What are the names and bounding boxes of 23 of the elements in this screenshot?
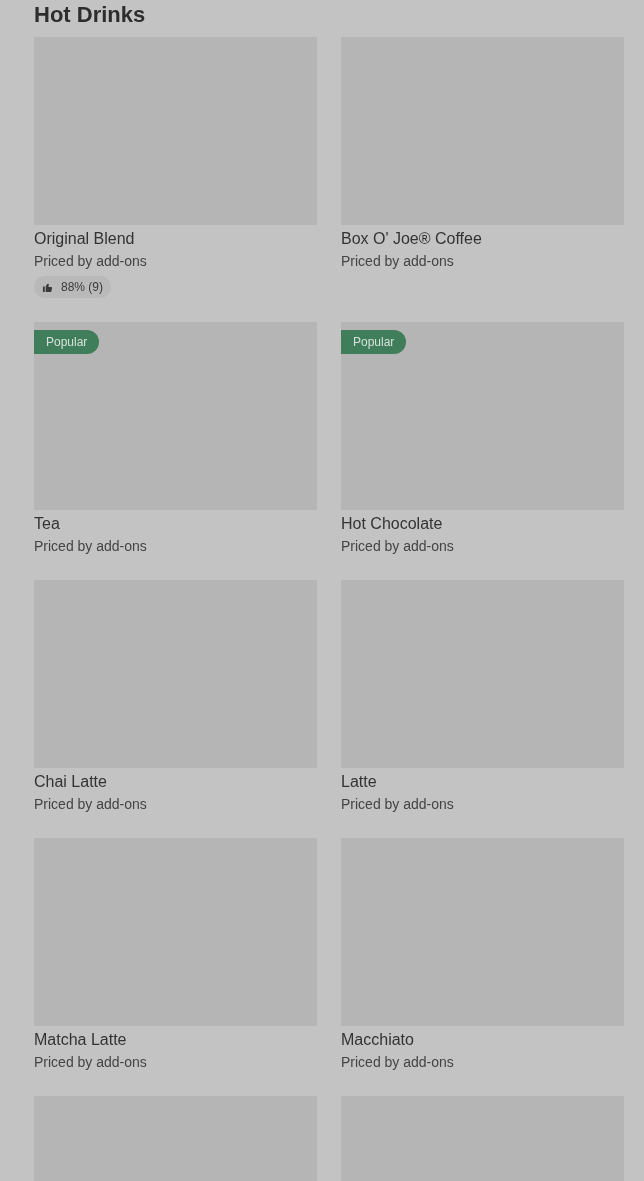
price-note: Priced by add-ons <box>341 795 455 814</box>
price-note: Priced by add-ons <box>34 537 148 556</box>
item-name[interactable]: Tea <box>34 514 317 534</box>
price-note: Priced by add-ons <box>341 537 455 556</box>
item-name[interactable]: Chai Latte <box>34 772 317 792</box>
popular-badge: Popular <box>34 330 100 354</box>
item-name[interactable]: Macchiato <box>341 1030 624 1050</box>
item-name[interactable]: Box O' Joe® Coffee <box>341 229 624 249</box>
item-name[interactable]: Latte <box>341 772 624 792</box>
item-name[interactable]: Original Blend <box>34 229 317 249</box>
rating-text: 88% (9) <box>61 279 104 296</box>
item-image[interactable]: Popular <box>341 322 624 510</box>
price-note: Priced by add-ons <box>34 252 148 271</box>
price-note: Priced by add-ons <box>341 252 455 271</box>
price-note: Priced by add-ons <box>34 795 148 814</box>
item-name[interactable]: Matcha Latte <box>34 1030 317 1050</box>
thumbs-up-icon <box>42 281 53 293</box>
popular-badge: Popular <box>341 330 407 354</box>
price-note: Priced by add-ons <box>341 1053 455 1072</box>
section-heading: Hot Drinks <box>34 1 147 28</box>
item-name[interactable]: Hot Chocolate <box>341 514 624 534</box>
item-image[interactable]: Popular <box>34 322 317 510</box>
price-note: Priced by add-ons <box>34 1053 148 1072</box>
